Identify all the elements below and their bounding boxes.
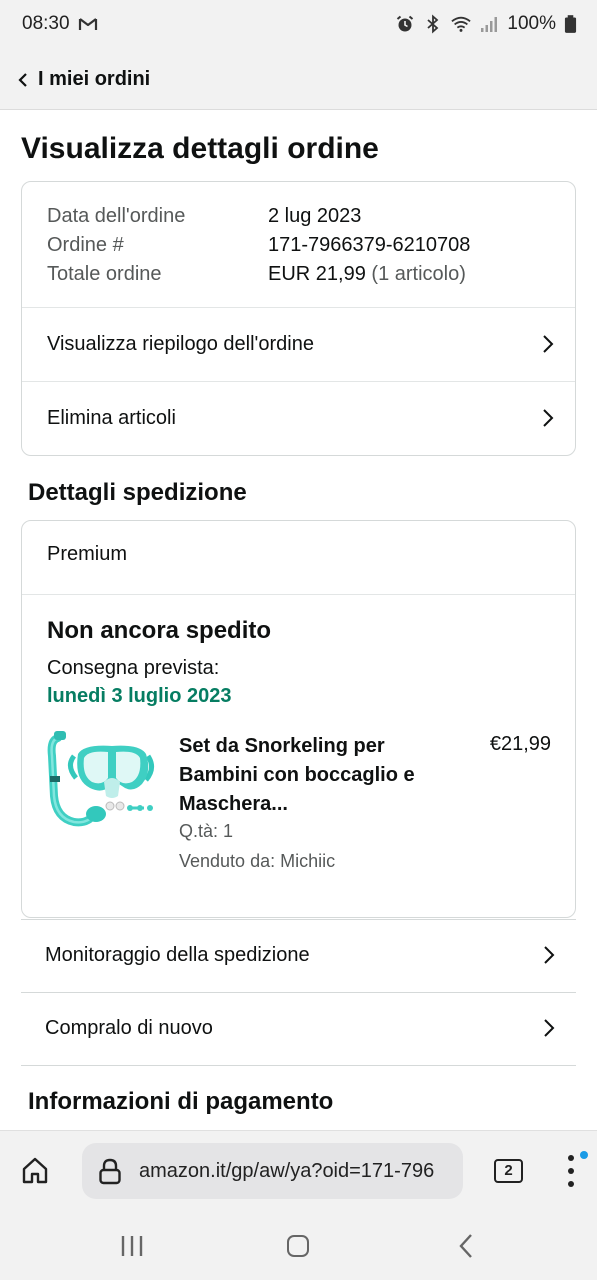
system-home-button[interactable] bbox=[287, 1235, 309, 1257]
notification-dot bbox=[580, 1151, 588, 1159]
more-options-icon[interactable] bbox=[565, 1153, 579, 1189]
order-number-value: 171-7966379-6210708 bbox=[268, 234, 471, 256]
url-bar[interactable]: amazon.it/gp/aw/ya?oid=171-796 bbox=[82, 1143, 463, 1199]
status-time: 08:30 bbox=[22, 13, 70, 34]
order-number-label: Ordine # bbox=[47, 234, 124, 256]
recent-apps-icon[interactable] bbox=[120, 1235, 144, 1257]
chevron-right-icon bbox=[543, 409, 554, 427]
shipping-method: Premium bbox=[47, 543, 128, 565]
divider bbox=[21, 1065, 576, 1066]
chevron-right-icon bbox=[544, 1019, 555, 1037]
wifi-icon bbox=[451, 16, 472, 32]
product-price: €21,99 bbox=[489, 733, 551, 755]
buy-again-link[interactable]: Compralo di nuovo bbox=[21, 992, 576, 1064]
view-order-summary-link[interactable]: Visualizza riepilogo dell'ordine bbox=[22, 308, 575, 380]
lock-icon[interactable] bbox=[98, 1158, 122, 1185]
url-text: amazon.it/gp/aw/ya?oid=171-796 bbox=[139, 1160, 435, 1182]
payment-section-title: Informazioni di pagamento bbox=[28, 1088, 334, 1115]
alarm-icon bbox=[397, 15, 414, 32]
chevron-right-icon bbox=[543, 335, 554, 353]
track-shipment-label: Monitoraggio della spedizione bbox=[45, 943, 310, 966]
order-summary-card: Data dell'ordine 2 lug 2023 Ordine # 171… bbox=[21, 181, 576, 456]
track-shipment-link[interactable]: Monitoraggio della spedizione bbox=[21, 919, 576, 991]
system-nav-bar bbox=[0, 1210, 597, 1280]
browser-toolbar: amazon.it/gp/aw/ya?oid=171-796 2 bbox=[0, 1130, 597, 1210]
shipment-card: Premium Non ancora spedito Consegna prev… bbox=[21, 520, 576, 918]
shipping-section-title: Dettagli spedizione bbox=[28, 479, 247, 506]
order-total-label: Totale ordine bbox=[47, 263, 162, 285]
product-name-link[interactable]: Set da Snorkeling per Bambini con boccag… bbox=[179, 732, 429, 819]
delete-items-link[interactable]: Elimina articoli bbox=[22, 382, 575, 454]
status-bar: 08:30 100% bbox=[0, 0, 597, 50]
nav-header: I miei ordini bbox=[0, 50, 597, 110]
back-link[interactable]: I miei ordini bbox=[18, 68, 150, 91]
home-icon[interactable] bbox=[20, 1155, 50, 1185]
view-order-summary-label: Visualizza riepilogo dell'ordine bbox=[47, 332, 314, 355]
delivery-date: lunedì 3 luglio 2023 bbox=[47, 685, 232, 707]
order-total-amount: EUR 21,99 bbox=[268, 263, 366, 285]
divider bbox=[22, 594, 575, 595]
status-time-group: 08:30 bbox=[22, 13, 98, 35]
back-link-label: I miei ordini bbox=[38, 68, 151, 90]
signal-icon bbox=[481, 17, 498, 32]
order-total-value: EUR 21,99 (1 articolo) bbox=[268, 263, 466, 286]
buy-again-label: Compralo di nuovo bbox=[45, 1016, 213, 1039]
battery-percent: 100% bbox=[507, 13, 556, 34]
shipment-status: Non ancora spedito bbox=[47, 617, 272, 644]
product-seller: Venduto da: Michiic bbox=[179, 851, 336, 871]
chevron-right-icon bbox=[544, 946, 555, 964]
bluetooth-icon bbox=[427, 14, 439, 34]
order-date-label: Data dell'ordine bbox=[47, 205, 186, 227]
gmail-icon bbox=[78, 18, 97, 30]
system-back-icon[interactable] bbox=[458, 1233, 474, 1259]
product-quantity: Q.tà: 1 bbox=[179, 821, 234, 841]
delete-items-label: Elimina articoli bbox=[47, 406, 176, 429]
snorkel-mask-image[interactable] bbox=[44, 726, 159, 836]
order-date-value: 2 lug 2023 bbox=[268, 205, 362, 227]
order-total-items: (1 articolo) bbox=[371, 263, 466, 285]
page-title: Visualizza dettagli ordine bbox=[21, 132, 379, 165]
tab-switcher-button[interactable]: 2 bbox=[494, 1159, 523, 1183]
battery-icon bbox=[564, 15, 577, 33]
status-icons: 100% bbox=[395, 13, 577, 35]
delivery-label: Consegna prevista: bbox=[47, 657, 220, 679]
chevron-left-icon bbox=[18, 72, 27, 87]
